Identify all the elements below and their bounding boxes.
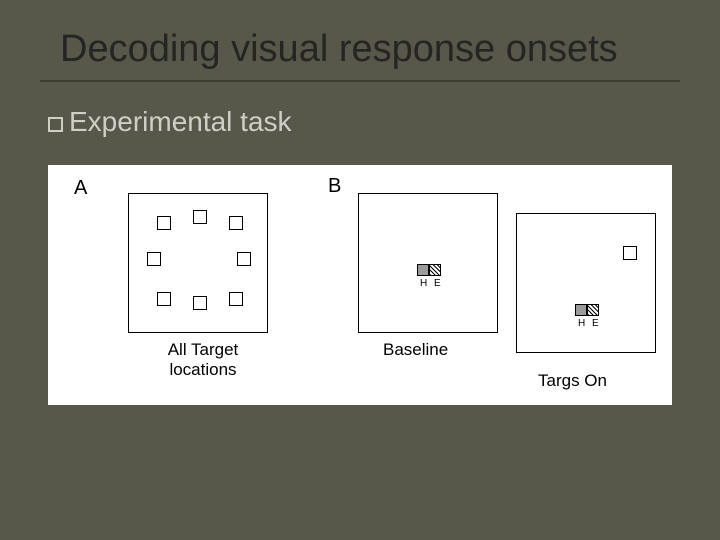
panel-b-targs-box: H E: [516, 213, 656, 353]
fixation-square-hatched-icon: [429, 264, 441, 276]
title-underline: [40, 80, 680, 82]
target-location-icon: [193, 210, 207, 224]
fixation-icon: [575, 304, 599, 316]
fixation-label: H E: [420, 278, 443, 289]
target-location-icon: [229, 292, 243, 306]
panel-b-baseline-box: H E: [358, 193, 498, 333]
fixation-square-hatched-icon: [587, 304, 599, 316]
target-location-icon: [623, 246, 637, 260]
target-location-icon: [157, 292, 171, 306]
panel-b-targs-caption: Targs On: [538, 371, 607, 391]
panel-label-a: A: [74, 177, 87, 200]
target-location-icon: [147, 252, 161, 266]
target-location-icon: [229, 216, 243, 230]
slide-title: Decoding visual response onsets: [60, 28, 618, 71]
bullet-item: Experimental task: [48, 106, 292, 138]
figure-panel: A B H E H E All Target locations Baselin…: [48, 165, 672, 405]
fixation-square-solid-icon: [417, 264, 429, 276]
bullet-square-icon: [48, 117, 63, 132]
target-location-icon: [193, 296, 207, 310]
panel-label-b: B: [328, 175, 341, 198]
panel-b-baseline-caption: Baseline: [383, 340, 448, 360]
bullet-text: Experimental task: [69, 106, 292, 138]
target-location-icon: [237, 252, 251, 266]
panel-a-box: [128, 193, 268, 333]
fixation-square-solid-icon: [575, 304, 587, 316]
panel-a-caption: All Target locations: [138, 340, 268, 380]
fixation-label: H E: [578, 318, 601, 329]
fixation-icon: [417, 264, 441, 276]
target-location-icon: [157, 216, 171, 230]
